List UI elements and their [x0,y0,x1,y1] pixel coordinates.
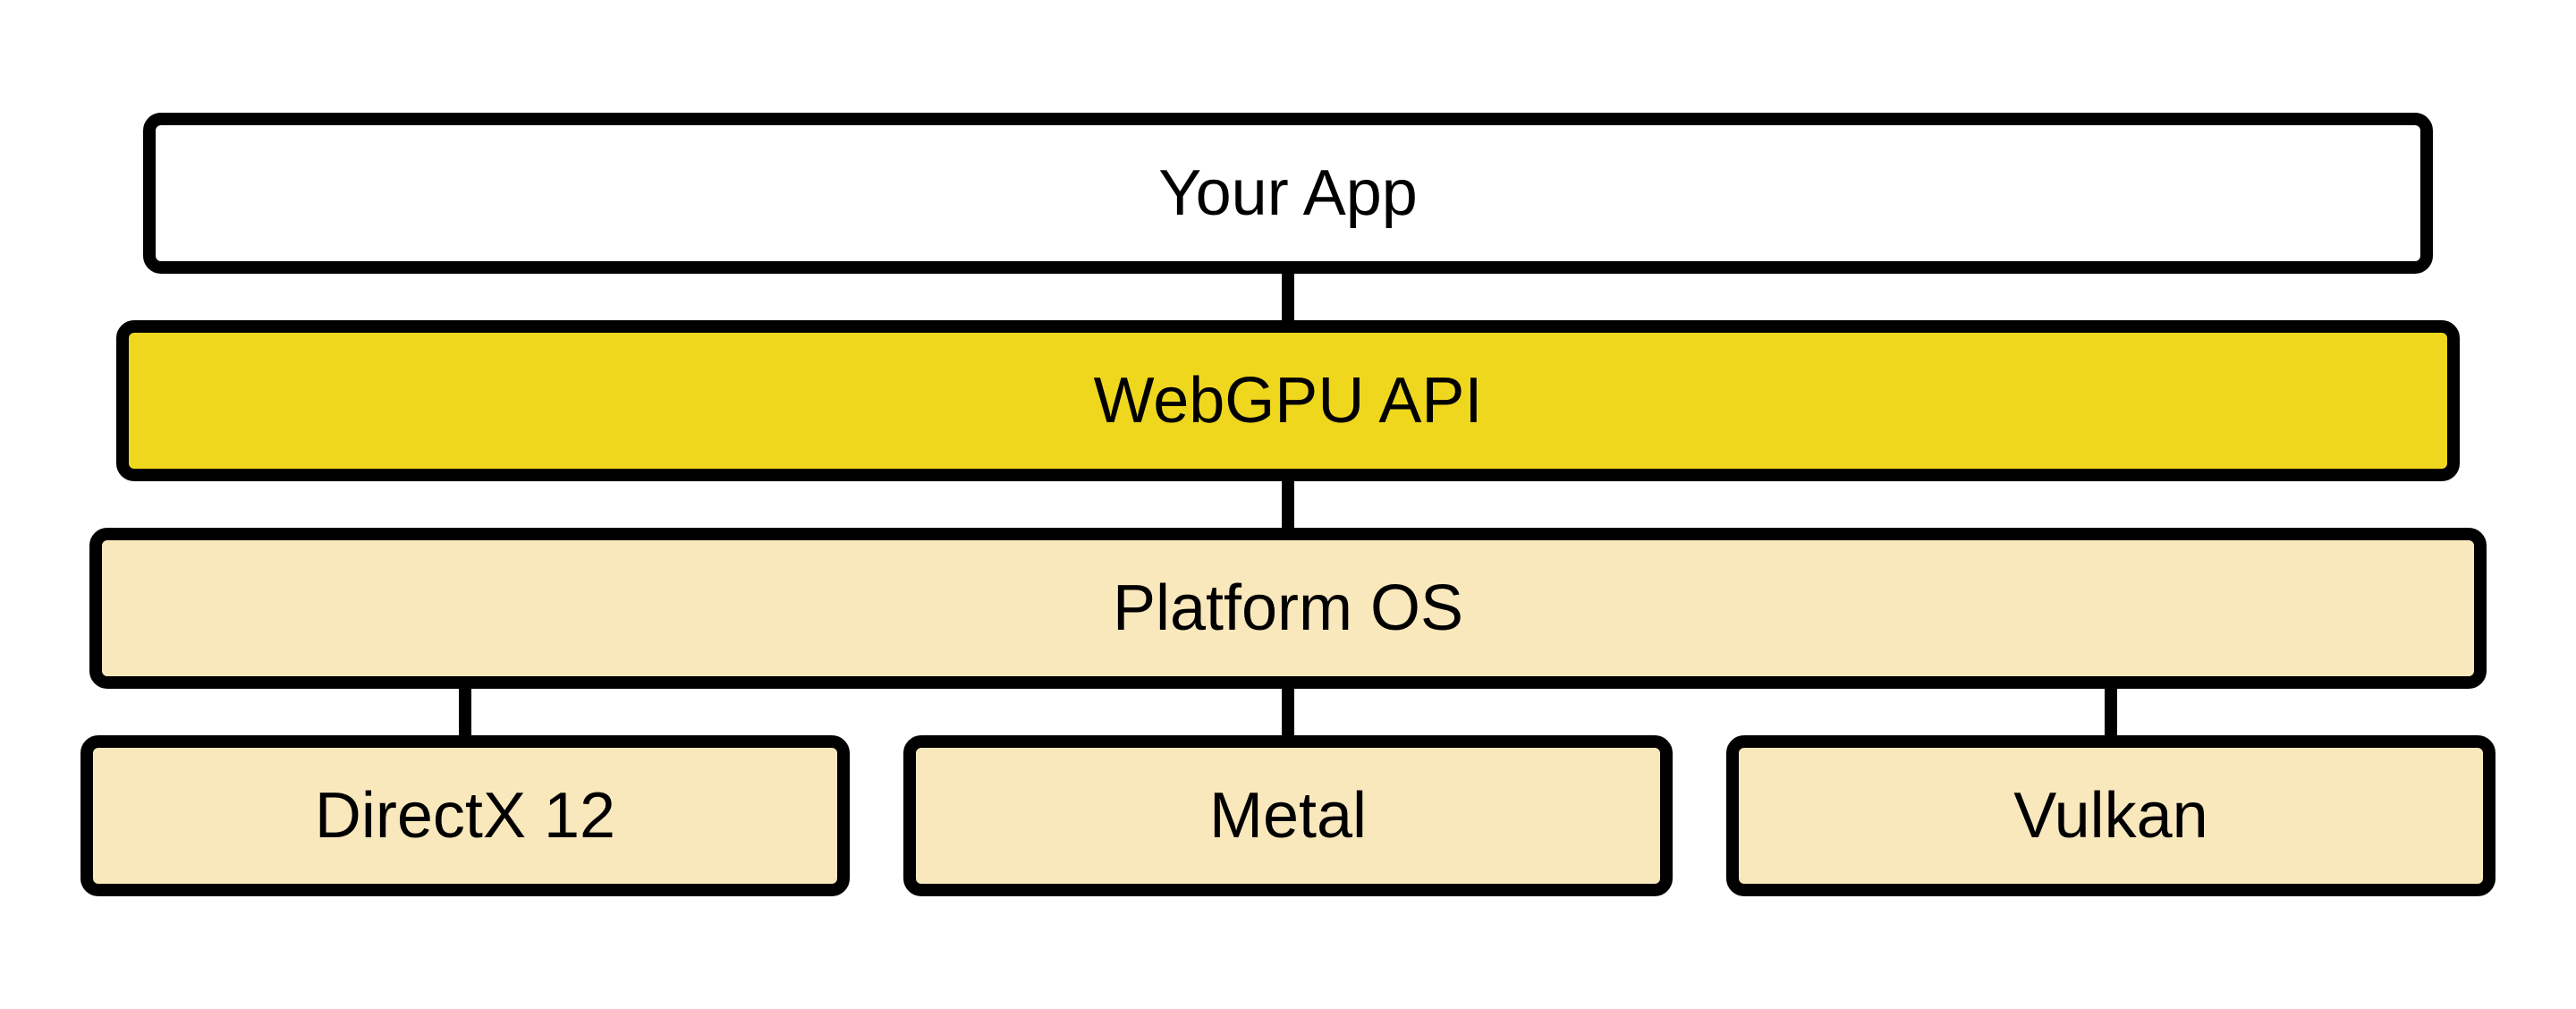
layer-backends-row: DirectX 12 Metal Vulkan [80,735,2496,896]
connector-app-to-webgpu [80,274,2496,320]
connector-slot-directx [80,689,850,735]
webgpu-architecture-diagram: Your App WebGPU API Platform OS DirectX … [80,113,2496,896]
layer-your-app: Your App [143,113,2433,274]
connector-webgpu-to-platform [80,481,2496,528]
connector-slot-vulkan [1726,689,2496,735]
layer-directx12: DirectX 12 [80,735,850,896]
connector-slot-metal [903,689,1673,735]
layer-vulkan-label: Vulkan [2013,779,2207,852]
connector-line [1282,481,1294,528]
layer-webgpu-api-label: WebGPU API [1094,364,1483,437]
layer-metal-label: Metal [1209,779,1367,852]
connector-line [1282,689,1294,735]
layer-platform-os: Platform OS [89,528,2487,689]
layer-metal: Metal [903,735,1673,896]
layer-webgpu-api: WebGPU API [116,320,2460,481]
connector-line [1282,274,1294,320]
connector-line [459,689,471,735]
layer-directx12-label: DirectX 12 [315,779,615,852]
layer-vulkan: Vulkan [1726,735,2496,896]
connector-line [2105,689,2117,735]
layer-your-app-label: Your App [1158,157,1418,230]
layer-platform-os-label: Platform OS [1113,572,1463,645]
connector-platform-to-backends [80,689,2496,735]
